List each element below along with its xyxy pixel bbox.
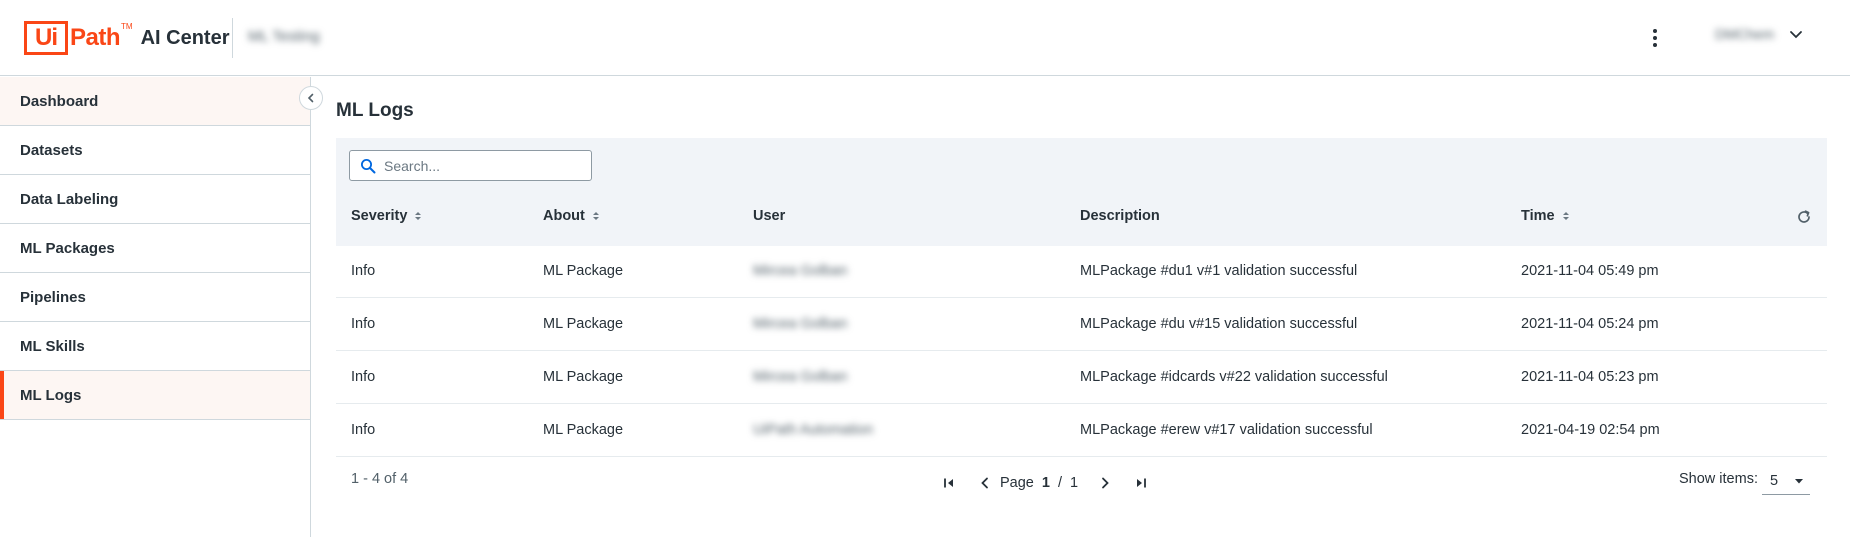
cell-severity: Info xyxy=(351,422,376,438)
column-header-description: Description xyxy=(1080,208,1160,224)
cell-description: MLPackage #erew v#17 validation successf… xyxy=(1080,422,1373,438)
column-header-time[interactable]: Time xyxy=(1521,208,1571,224)
column-header-user: User xyxy=(753,208,785,224)
cell-about: ML Package xyxy=(543,263,624,279)
page-total: 1 xyxy=(1069,475,1079,491)
sidebar-collapse-button[interactable] xyxy=(299,86,323,110)
product-name: AI Center xyxy=(140,26,230,49)
sort-icon xyxy=(1562,212,1569,220)
sidebar-item-datasets[interactable]: Datasets xyxy=(0,126,310,175)
last-page-icon xyxy=(1137,478,1146,488)
first-page-button[interactable] xyxy=(940,474,958,492)
column-header-label: User xyxy=(753,208,786,224)
sort-icon xyxy=(415,212,422,220)
sort-icon xyxy=(592,212,599,220)
cell-about: ML Package xyxy=(543,369,624,385)
show-items-label: Show items: xyxy=(1679,471,1758,487)
table-row[interactable]: Info ML Package Mircea Golban MLPackage … xyxy=(336,298,1827,351)
cell-severity: Info xyxy=(351,369,376,385)
cell-description: MLPackage #du1 v#1 validation successful xyxy=(1080,263,1358,279)
prev-page-button[interactable] xyxy=(976,474,994,492)
sidebar-item-dashboard[interactable]: Dashboard xyxy=(0,77,310,126)
chevron-down-icon xyxy=(1790,31,1803,39)
chevron-left-icon xyxy=(981,477,988,489)
more-vert-icon[interactable] xyxy=(1645,24,1665,52)
last-page-button[interactable] xyxy=(1132,474,1150,492)
caret-down-icon xyxy=(1795,478,1803,483)
uipath-logo[interactable]: Ui Path TM AI Center xyxy=(24,20,229,56)
column-header-label: Severity xyxy=(351,208,408,224)
sidebar-item-ml-packages[interactable]: ML Packages xyxy=(0,224,310,273)
tenant-name[interactable]: ML Testing xyxy=(248,28,320,45)
search-input[interactable] xyxy=(384,157,574,174)
table-row[interactable]: Info ML Package Mircea Golban MLPackage … xyxy=(336,351,1827,404)
sidebar-item-ml-logs[interactable]: ML Logs xyxy=(0,371,310,420)
cell-description: MLPackage #du v#15 validation successful xyxy=(1080,316,1358,332)
first-page-icon xyxy=(944,478,953,488)
sidebar-item-pipelines[interactable]: Pipelines xyxy=(0,273,310,322)
next-page-button[interactable] xyxy=(1096,474,1114,492)
search-icon xyxy=(361,158,376,173)
cell-time: 2021-11-04 05:49 pm xyxy=(1521,263,1659,279)
header-divider xyxy=(232,18,233,58)
page-title: ML Logs xyxy=(336,100,414,121)
cell-about: ML Package xyxy=(543,316,624,332)
cell-user: UiPath Automation xyxy=(753,422,874,438)
logo-path-text: Path xyxy=(70,24,121,51)
cell-about: ML Package xyxy=(543,422,624,438)
cell-time: 2021-04-19 02:54 pm xyxy=(1521,422,1660,438)
page-size-value: 5 xyxy=(1770,472,1779,489)
cell-time: 2021-11-04 05:23 pm xyxy=(1521,369,1659,385)
cell-user: Mircea Golban xyxy=(753,369,848,385)
page-current[interactable]: 1 xyxy=(1042,475,1050,491)
table-row[interactable]: Info ML Package UiPath Automation MLPack… xyxy=(336,404,1827,457)
cell-severity: Info xyxy=(351,316,376,332)
cell-time: 2021-11-04 05:24 pm xyxy=(1521,316,1659,332)
page-size-select[interactable]: 5 xyxy=(1762,467,1810,495)
cell-user: Mircea Golban xyxy=(753,316,848,332)
page-label: Page xyxy=(1000,475,1034,491)
sidebar: Dashboard Datasets Data Labeling ML Pack… xyxy=(0,77,311,537)
cell-description: MLPackage #idcards v#22 validation succe… xyxy=(1080,369,1388,385)
user-name: DMChem xyxy=(1715,26,1775,42)
logo-trademark: TM xyxy=(121,22,133,31)
user-menu[interactable]: DMChem xyxy=(1715,26,1804,42)
search-box[interactable] xyxy=(349,150,592,181)
column-header-label: Time xyxy=(1521,208,1555,224)
column-header-label: Description xyxy=(1080,208,1160,224)
cell-user: Mircea Golban xyxy=(753,263,848,279)
column-header-severity[interactable]: Severity xyxy=(351,208,423,224)
sidebar-item-ml-skills[interactable]: ML Skills xyxy=(0,322,310,371)
pagination-range: 1 - 4 of 4 xyxy=(351,471,409,487)
page-separator: / xyxy=(1057,475,1062,491)
chevron-right-icon xyxy=(1102,477,1109,489)
refresh-icon[interactable] xyxy=(1795,208,1813,226)
chevron-left-icon xyxy=(307,93,314,103)
column-header-label: About xyxy=(543,208,585,224)
table-row[interactable]: Info ML Package Mircea Golban MLPackage … xyxy=(336,245,1827,298)
logo-ui-mark: Ui xyxy=(24,21,68,55)
pagination: Page 1 / 1 xyxy=(940,474,1150,492)
app-header: Ui Path TM AI Center ML Testing DMChem xyxy=(0,0,1850,76)
column-header-about[interactable]: About xyxy=(543,208,601,224)
cell-severity: Info xyxy=(351,263,376,279)
sidebar-item-data-labeling[interactable]: Data Labeling xyxy=(0,175,310,224)
